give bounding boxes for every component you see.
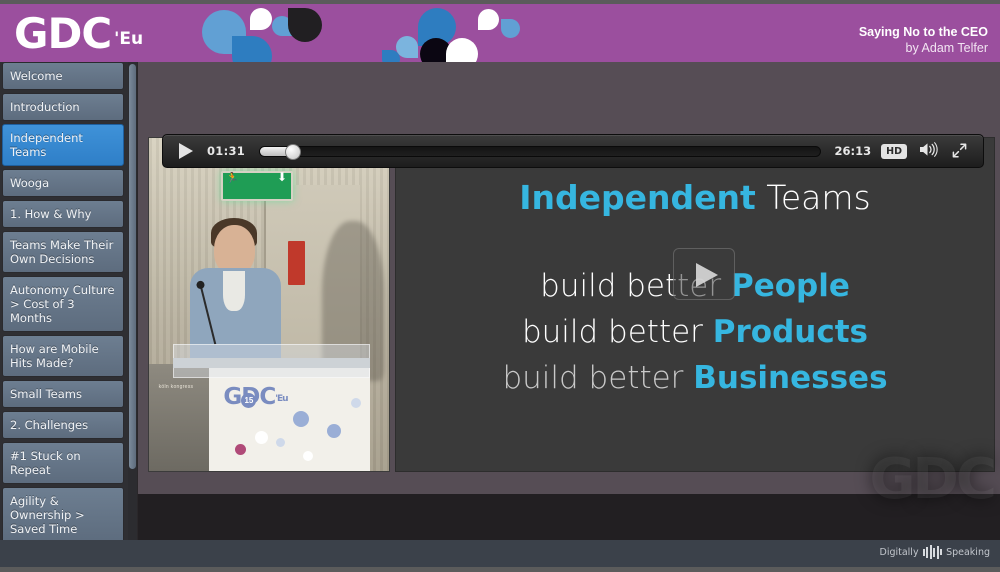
chapter-item-label: 1. How & Why [10,207,92,221]
seek-bar-handle[interactable] [284,143,301,160]
gdc-logo: GDC 'Eu [14,13,143,60]
ds-brand-right: Speaking [946,546,990,558]
podium-gdc-suffix: 'Eu [275,394,288,405]
chapter-item-label: Independent Teams [10,131,83,159]
chapter-item[interactable]: Agility & Ownership > Saved Time [2,487,124,540]
slide-panel[interactable]: Independent Teams build better People bui… [395,137,995,472]
talk-title-block: Saying No to the CEO by Adam Telfer [859,24,988,56]
player-page: GDC 'Eu Saying No to the CEO by Adam Telf… [0,0,1000,572]
chapter-item[interactable]: Autonomy Culture > Cost of 3 Months [2,276,124,332]
slide-line: build better Businesses [396,355,994,401]
chapter-item-label: Teams Make Their Own Decisions [10,238,114,266]
duration-label: 26:13 [834,144,872,158]
podium-rail [173,357,370,368]
chapter-item[interactable]: Introduction [2,93,124,121]
speaker-video[interactable]: köln kongress GDC'Eu 15 [148,137,390,472]
video-controls-bar: 01:31 26:13 HD [162,134,984,168]
speaker-shirt [223,271,245,312]
chapter-item-label: Wooga [10,176,50,190]
chapter-item[interactable]: Independent Teams [2,124,124,166]
chapter-item[interactable]: #1 Stuck on Repeat [2,442,124,484]
chapter-item-label: Autonomy Culture > Cost of 3 Months [10,283,115,325]
chapter-item-label: Welcome [10,69,63,83]
chapter-item[interactable]: Welcome [2,62,124,90]
podium-bubble-1 [293,411,309,428]
chapter-item-label: Agility & Ownership > Saved Time [10,494,85,536]
slide-title: Independent Teams [396,178,994,217]
fullscreen-icon-svg [952,142,967,158]
decor-circle-black-1 [288,8,322,42]
digitally-speaking-logo: Digitally Speaking [879,545,990,559]
chapter-item[interactable]: Wooga [2,169,124,197]
gdc-logo-text: GDC [14,9,112,58]
waveform-icon [922,545,943,559]
video-left-panel [149,364,212,471]
chapter-item[interactable]: Small Teams [2,380,124,408]
chapter-item[interactable]: 2. Challenges [2,411,124,439]
page-header: GDC 'Eu Saying No to the CEO by Adam Telf… [0,4,1000,62]
decor-circle-white-2 [446,38,478,62]
chapter-item-label: Small Teams [10,387,82,401]
podium-panel [209,367,370,471]
fullscreen-icon[interactable] [952,142,967,160]
controls-background [138,494,1000,540]
chapter-item[interactable]: How are Mobile Hits Made? [2,335,124,377]
slide-line-accent: Businesses [693,360,888,396]
decor-circle-blue-6 [382,50,400,62]
decor-circle-white-1 [250,8,272,30]
sidebar-scrollbar-thumb[interactable] [129,64,136,469]
decor-circle-blue-7 [501,19,520,38]
slide-title-rest: Teams [755,178,871,217]
seek-bar[interactable] [259,143,821,160]
chapter-sidebar[interactable]: Welcome Introduction Independent Teams Woog… [0,62,128,540]
slide-line-plain: build better [502,360,694,396]
slide-line-accent: People [730,268,850,304]
volume-icon[interactable] [919,142,938,160]
exit-sign-icon [221,170,293,202]
slide-title-accent: Independent [519,178,756,217]
venue-label: köln kongress [158,384,194,391]
podium-bubble-4 [276,437,286,447]
body-area: Welcome Introduction Independent Teams Woog… [0,62,1000,571]
chapter-item[interactable]: 1. How & Why [2,200,124,228]
chapter-item-label: 2. Challenges [10,418,89,432]
chapter-item-label: #1 Stuck on Repeat [10,449,81,477]
chapter-item-label: Introduction [10,100,80,114]
podium-bubble-6 [350,397,361,408]
decor-circle-white-3 [478,9,499,30]
podium-bubble-2 [254,431,268,445]
chapter-item-label: How are Mobile Hits Made? [10,342,99,370]
fire-extinguisher-sign-icon [288,241,305,285]
slide-line-accent: Products [712,314,869,350]
volume-icon-svg [920,142,938,157]
hd-quality-button[interactable]: HD [881,143,907,159]
window-bottom-edge [0,567,1000,572]
play-icon[interactable] [179,143,193,159]
talk-title: Saying No to the CEO [858,25,988,39]
slide-line-plain: build better [521,314,713,350]
podium-bubble-5 [326,424,341,439]
player-stage-inner: köln kongress GDC'Eu 15 [138,62,1000,494]
ds-brand-left: Digitally [879,546,919,558]
podium-bubble-7 [302,451,313,462]
talk-author: by Adam Telfer [905,41,988,55]
play-overlay-button[interactable] [673,248,735,300]
player-stage: köln kongress GDC'Eu 15 [138,62,1000,540]
chapter-item[interactable]: Teams Make Their Own Decisions [2,231,124,273]
gdc-logo-suffix: 'Eu [114,29,144,49]
current-time-label: 01:31 [207,144,246,158]
slide-line: build better Products [396,309,994,355]
play-overlay-icon [696,263,718,287]
decor-circle-blue-2 [232,36,272,62]
